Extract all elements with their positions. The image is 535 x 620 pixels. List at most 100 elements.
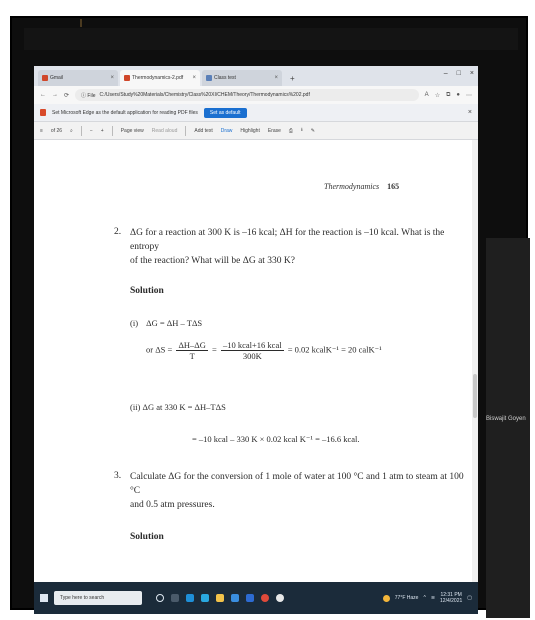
equation-1: (i) ΔG = ΔH – TΔS xyxy=(130,318,202,328)
page-indicator[interactable]: of 26 xyxy=(51,128,62,134)
close-window-button[interactable]: × xyxy=(470,70,474,77)
set-as-default-button[interactable]: Set as default xyxy=(203,107,247,118)
solution-heading: Solution xyxy=(130,286,164,296)
store-icon[interactable] xyxy=(231,594,239,602)
question-3-line-1: Calculate ΔG for the conversion of 1 mol… xyxy=(130,472,464,496)
equation-3: (ii) ΔG at 330 K = ΔH–TΔS xyxy=(130,402,226,412)
close-tab-icon[interactable]: × xyxy=(274,75,278,81)
read-aloud-button[interactable]: Read aloud xyxy=(152,128,178,134)
fraction-dh-dg-over-t: ΔH–ΔG T xyxy=(176,340,208,361)
draw-button[interactable]: Draw xyxy=(221,128,233,134)
forward-icon[interactable]: → xyxy=(52,92,58,98)
fraction-denominator: T xyxy=(189,351,195,361)
question-2-line-2: of the reaction? What will be ΔG at 330 … xyxy=(130,256,296,266)
pdf-icon xyxy=(124,75,130,81)
question-3-line-2: and 0.5 atm pressures. xyxy=(130,500,215,510)
running-header-title: Thermodynamics xyxy=(324,182,380,191)
refresh-icon[interactable]: ⟳ xyxy=(64,92,69,99)
running-header: Thermodynamics 165 xyxy=(324,182,399,191)
solution-heading-2: Solution xyxy=(130,532,164,542)
read-aloud-icon[interactable]: A xyxy=(425,92,429,98)
page-view-button[interactable]: Page view xyxy=(121,128,144,134)
add-text-button[interactable]: Add text xyxy=(194,128,212,134)
word-icon[interactable] xyxy=(246,594,254,602)
page-number: 165 xyxy=(387,182,400,191)
profile-icon[interactable]: ● xyxy=(456,92,460,98)
app-icon[interactable] xyxy=(276,594,284,602)
chrome-icon[interactable] xyxy=(261,594,269,602)
question-2-text: ΔG for a reaction at 300 K is –16 kcal; … xyxy=(130,226,466,268)
taskbar-search-placeholder: Type here to search xyxy=(60,595,105,601)
browser-tab-bar: Gmail × Thermodynamics-2.pdf × Class tes… xyxy=(34,66,478,86)
taskbar-search-box[interactable]: Type here to search xyxy=(54,591,142,605)
zoom-in-button[interactable]: + xyxy=(101,128,104,134)
save-icon[interactable]: ⭳ xyxy=(301,127,303,135)
search-icon[interactable]: ⌕ xyxy=(70,128,73,134)
tab-class-test[interactable]: Class test × xyxy=(202,70,282,86)
clock[interactable]: 12:31 PM 12/4/2021 xyxy=(440,592,462,604)
toolbar-divider xyxy=(111,125,113,136)
file-badge: ⓘ File xyxy=(81,92,96,99)
clock-date: 12/4/2021 xyxy=(440,598,463,604)
windows-start-icon[interactable] xyxy=(40,594,48,602)
notice-text: Set Microsoft Edge as the default applic… xyxy=(52,109,198,116)
url-text: C:/Users/Study%20Materials/Chemistry/Cla… xyxy=(99,92,310,98)
maximize-button[interactable]: □ xyxy=(457,70,461,77)
equation-2: or ΔS = ΔH–ΔG T = –10 kcal+16 kcal 300K … xyxy=(146,340,382,361)
tab-gmail[interactable]: Gmail × xyxy=(38,70,118,86)
question-2-number: 2. xyxy=(114,227,122,237)
collections-icon[interactable]: ⧉ xyxy=(446,92,450,99)
question-3-number: 3. xyxy=(114,471,122,481)
edge-icon[interactable] xyxy=(186,594,194,602)
participant-panel xyxy=(486,238,530,618)
shared-screen: Gmail × Thermodynamics-2.pdf × Class tes… xyxy=(34,66,478,614)
equation-2-prefix: or ΔS = xyxy=(146,344,173,355)
pdf-scrollbar[interactable] xyxy=(472,140,478,582)
list-icon[interactable]: ≡ xyxy=(40,128,43,134)
back-icon[interactable]: ← xyxy=(40,92,46,98)
meeting-window: Gmail × Thermodynamics-2.pdf × Class tes… xyxy=(10,16,530,618)
notification-icon[interactable]: ▢ xyxy=(467,595,472,601)
weather-icon xyxy=(382,594,390,602)
tab-thermodynamics-pdf[interactable]: Thermodynamics-2.pdf × xyxy=(120,70,200,86)
system-tray: 77°F Haze ^ ≋ 12:31 PM 12/4/2021 ▢ xyxy=(382,592,472,604)
zoom-out-button[interactable]: − xyxy=(90,128,93,134)
print-icon[interactable]: ⎙ xyxy=(289,128,293,134)
file-explorer-icon[interactable] xyxy=(216,594,224,602)
close-notice-icon[interactable]: × xyxy=(468,109,472,116)
favorites-icon[interactable]: ☆ xyxy=(435,92,440,99)
scrollbar-thumb[interactable] xyxy=(473,374,477,418)
cortana-icon[interactable] xyxy=(156,594,164,602)
close-tab-icon[interactable]: × xyxy=(192,75,196,81)
question-2-line-1: ΔG for a reaction at 300 K is –16 kcal; … xyxy=(130,228,445,252)
new-tab-button[interactable]: + xyxy=(290,74,295,83)
equation-4: = –10 kcal – 330 K × 0.02 kcal K⁻¹ = –16… xyxy=(192,434,360,444)
tray-chevron-icon[interactable]: ^ xyxy=(423,595,425,601)
wifi-icon[interactable]: ≋ xyxy=(431,595,435,601)
url-field[interactable]: ⓘ File C:/Users/Study%20Materials/Chemis… xyxy=(75,89,419,101)
fraction-numerator: ΔH–ΔG xyxy=(176,340,208,351)
task-view-icon[interactable] xyxy=(171,594,179,602)
pdf-page: Thermodynamics 165 2. ΔG for a reaction … xyxy=(34,140,478,582)
edge-pdf-icon xyxy=(40,109,46,116)
highlight-button[interactable]: Highlight xyxy=(240,128,259,134)
gmail-icon xyxy=(42,75,48,81)
pin-icon[interactable]: ✎ xyxy=(311,128,315,134)
participant-name: Biswajit Goyen xyxy=(486,416,526,422)
equation-1-label: (i) xyxy=(130,318,139,328)
minimize-button[interactable]: – xyxy=(444,70,448,77)
tab-label: Class test xyxy=(214,75,236,81)
weather-text[interactable]: 77°F Haze xyxy=(395,595,419,601)
mail-icon[interactable] xyxy=(201,594,209,602)
page-icon xyxy=(206,75,212,81)
pdf-toolbar: ≡ of 26 ⌕ − + Page view Read aloud Add t… xyxy=(34,122,478,140)
more-icon[interactable]: ⋯ xyxy=(466,92,472,99)
default-app-notice: Set Microsoft Edge as the default applic… xyxy=(34,104,478,122)
equals-sign: = xyxy=(212,344,217,355)
toolbar-divider xyxy=(80,125,82,136)
tab-label: Gmail xyxy=(50,75,64,81)
close-tab-icon[interactable]: × xyxy=(110,75,114,81)
erase-button[interactable]: Erase xyxy=(268,128,281,134)
address-bar: ← → ⟳ ⓘ File C:/Users/Study%20Materials/… xyxy=(34,86,478,104)
windows-taskbar: Type here to search 77°F Haze ^ ≋ 12:31 xyxy=(34,582,478,614)
